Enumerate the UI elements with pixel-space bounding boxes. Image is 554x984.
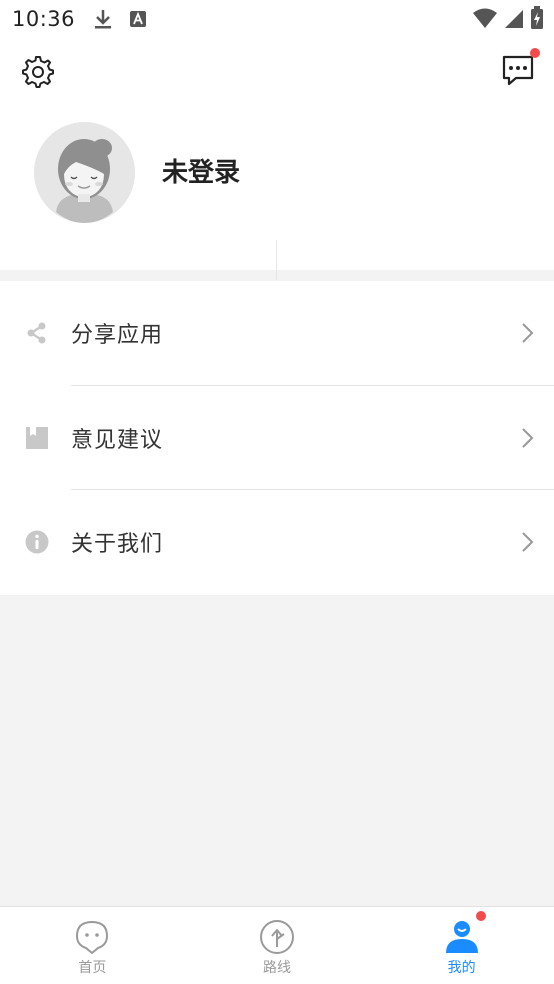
menu-item-label: 分享应用 xyxy=(71,323,164,349)
menu-list: 分享应用 意见建议 关于我们 xyxy=(0,281,554,595)
tab-home[interactable]: 首页 xyxy=(0,907,185,984)
wifi-icon xyxy=(473,8,497,28)
share-icon xyxy=(27,322,46,344)
menu-item-share[interactable]: 分享应用 xyxy=(0,281,554,386)
chevron-right-icon xyxy=(522,532,534,553)
profile-divider xyxy=(276,240,277,280)
login-status[interactable]: 未登录 xyxy=(162,152,240,189)
message-button[interactable] xyxy=(500,48,540,88)
settings-button[interactable] xyxy=(20,54,54,88)
bottom-tab-bar: 首页 路线 我的 xyxy=(0,906,554,984)
home-pin-icon xyxy=(76,921,109,954)
feedback-book-icon xyxy=(26,426,48,449)
menu-item-about[interactable]: 关于我们 xyxy=(0,490,554,595)
chevron-right-icon xyxy=(522,428,534,448)
status-time: 10:36 xyxy=(12,7,76,31)
tab-label: 路线 xyxy=(263,960,291,976)
menu-item-label: 关于我们 xyxy=(71,532,164,558)
avatar[interactable] xyxy=(34,122,135,223)
message-badge xyxy=(530,48,540,58)
default-avatar-icon xyxy=(34,122,135,223)
tab-route[interactable]: 路线 xyxy=(185,907,370,984)
battery-icon xyxy=(531,6,543,29)
info-icon xyxy=(25,530,49,554)
user-icon xyxy=(445,921,478,953)
tab-badge xyxy=(475,911,486,921)
menu-item-feedback[interactable]: 意见建议 xyxy=(0,386,554,491)
gear-icon xyxy=(22,56,54,88)
status-bar: 10:36 xyxy=(0,0,554,38)
tab-label: 我的 xyxy=(447,960,476,976)
chevron-right-icon xyxy=(522,323,534,344)
tab-mine[interactable]: 我的 xyxy=(369,907,554,984)
signal-icon xyxy=(505,10,523,28)
route-icon xyxy=(260,920,294,954)
download-icon xyxy=(95,10,112,29)
a-notification-icon xyxy=(130,11,147,27)
menu-item-label: 意见建议 xyxy=(71,427,164,453)
chat-dots-icon xyxy=(502,55,534,86)
tab-label: 首页 xyxy=(78,960,107,976)
profile-header-area: 10:36 未登录 xyxy=(0,0,554,270)
